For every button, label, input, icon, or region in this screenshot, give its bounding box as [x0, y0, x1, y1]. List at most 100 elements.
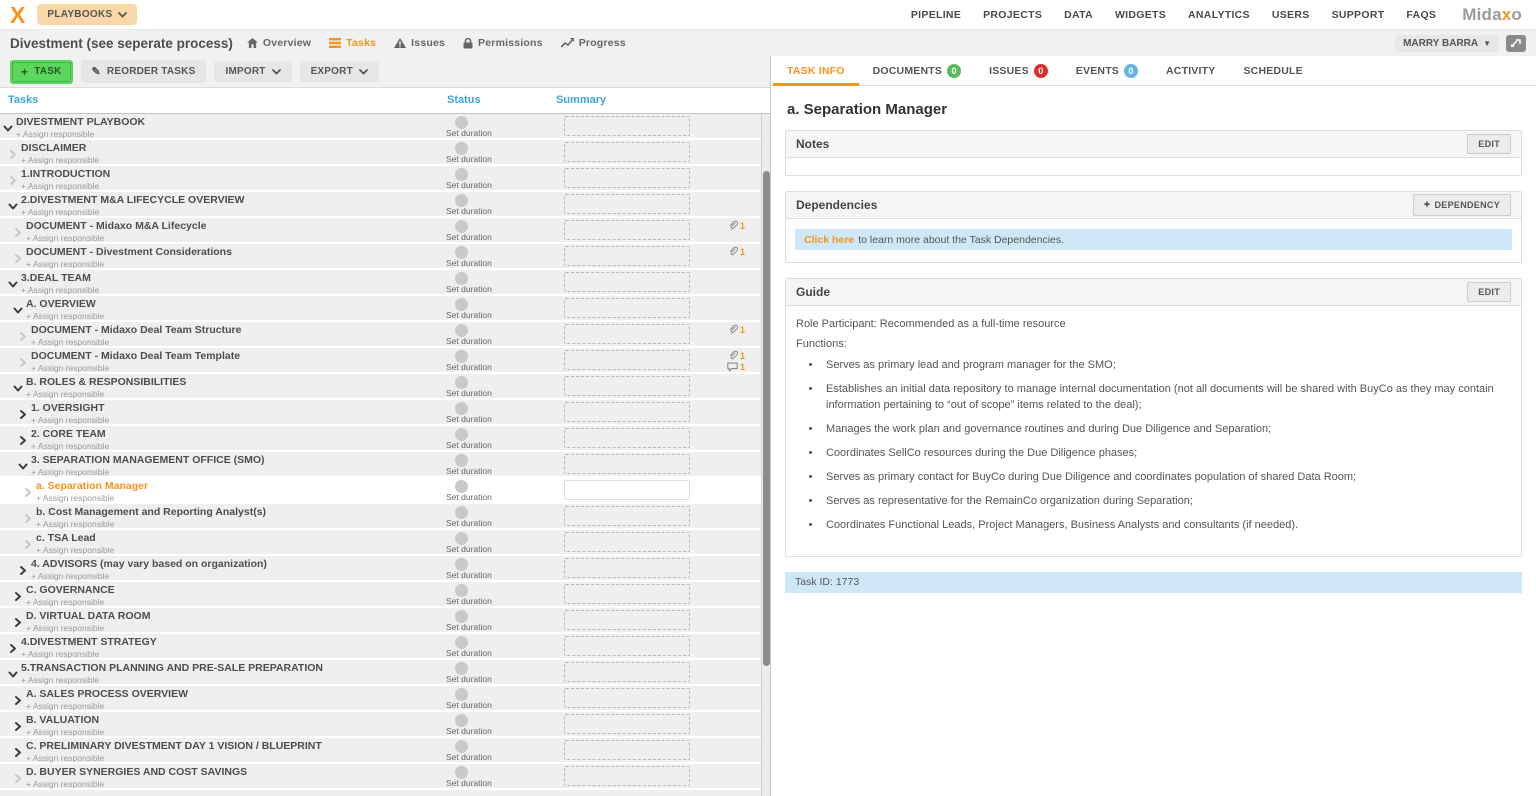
assign-responsible-link[interactable]: + Assign responsible — [26, 753, 322, 763]
add-task-button[interactable]: + TASK — [10, 60, 73, 84]
assign-responsible-link[interactable]: + Assign responsible — [16, 129, 145, 139]
task-row[interactable]: 2. CORE TEAM + Assign responsible Set du… — [0, 426, 770, 452]
summary-field[interactable] — [564, 376, 690, 396]
task-row[interactable]: 1.INTRODUCTION + Assign responsible Set … — [0, 166, 770, 192]
chevron-icon[interactable] — [9, 140, 21, 164]
nav-link-faqs[interactable]: FAQS — [1406, 9, 1436, 21]
task-list-scrollbar[interactable] — [761, 114, 770, 796]
set-duration-link[interactable]: Set duration — [446, 441, 538, 450]
nav-link-analytics[interactable]: ANALYTICS — [1188, 9, 1250, 21]
set-duration-link[interactable]: Set duration — [446, 363, 538, 372]
summary-field[interactable] — [564, 220, 690, 240]
assign-responsible-link[interactable]: + Assign responsible — [21, 207, 244, 217]
set-duration-link[interactable]: Set duration — [446, 415, 538, 424]
summary-field[interactable] — [564, 480, 690, 500]
assign-responsible-link[interactable]: + Assign responsible — [21, 675, 323, 685]
chevron-icon[interactable] — [9, 634, 21, 658]
chevron-icon[interactable] — [14, 582, 26, 606]
summary-field[interactable] — [564, 532, 690, 552]
attachment-count[interactable]: 1 — [740, 325, 745, 335]
assign-responsible-link[interactable]: + Assign responsible — [26, 311, 104, 321]
summary-field[interactable] — [564, 324, 690, 344]
set-duration-link[interactable]: Set duration — [446, 207, 538, 216]
summary-field[interactable] — [564, 766, 690, 786]
chevron-icon[interactable] — [24, 478, 36, 502]
task-row[interactable]: 3. SEPARATION MANAGEMENT OFFICE (SMO) + … — [0, 452, 770, 478]
detail-tab-events[interactable]: EVENTS 0 — [1062, 56, 1152, 85]
chevron-icon[interactable] — [14, 608, 26, 632]
summary-field[interactable] — [564, 662, 690, 682]
assign-responsible-link[interactable]: + Assign responsible — [26, 259, 232, 269]
detail-tab-documents[interactable]: DOCUMENTS 0 — [859, 56, 975, 85]
task-row[interactable]: 3.DEAL TEAM + Assign responsible Set dur… — [0, 270, 770, 296]
task-row[interactable]: 2.DIVESTMENT M&A LIFECYCLE OVERVIEW + As… — [0, 192, 770, 218]
chevron-icon[interactable] — [14, 764, 26, 788]
assign-responsible-link[interactable]: + Assign responsible — [26, 727, 104, 737]
task-row[interactable]: B. ROLES & RESPONSIBILITIES + Assign res… — [0, 374, 770, 400]
set-duration-link[interactable]: Set duration — [446, 753, 538, 762]
set-duration-link[interactable]: Set duration — [446, 285, 538, 294]
assign-responsible-link[interactable]: + Assign responsible — [36, 493, 148, 503]
task-row[interactable]: DOCUMENT - Divestment Considerations + A… — [0, 244, 770, 270]
chevron-icon[interactable] — [19, 452, 31, 476]
chevron-icon[interactable] — [9, 192, 21, 216]
expand-window-button[interactable] — [1506, 35, 1526, 52]
summary-field[interactable] — [564, 584, 690, 604]
task-row[interactable]: b. Cost Management and Reporting Analyst… — [0, 504, 770, 530]
assign-responsible-link[interactable]: + Assign responsible — [26, 623, 150, 633]
chevron-icon[interactable] — [14, 712, 26, 736]
summary-field[interactable] — [564, 636, 690, 656]
set-duration-link[interactable]: Set duration — [446, 181, 538, 190]
set-duration-link[interactable]: Set duration — [446, 311, 538, 320]
chevron-icon[interactable] — [9, 660, 21, 684]
chevron-icon[interactable] — [9, 166, 21, 190]
nav-link-data[interactable]: DATA — [1064, 9, 1093, 21]
chevron-icon[interactable] — [9, 270, 21, 294]
detail-tab-activity[interactable]: ACTIVITY — [1152, 56, 1229, 85]
set-duration-link[interactable]: Set duration — [446, 779, 538, 788]
summary-field[interactable] — [564, 116, 690, 136]
assign-responsible-link[interactable]: + Assign responsible — [21, 155, 99, 165]
summary-field[interactable] — [564, 558, 690, 578]
assign-responsible-link[interactable]: + Assign responsible — [26, 779, 247, 789]
nav-link-widgets[interactable]: WIDGETS — [1115, 9, 1166, 21]
chevron-icon[interactable] — [24, 530, 36, 554]
summary-field[interactable] — [564, 142, 690, 162]
attachment-count[interactable]: 1 — [740, 351, 745, 361]
set-duration-link[interactable]: Set duration — [446, 519, 538, 528]
set-duration-link[interactable]: Set duration — [446, 467, 538, 476]
import-dropdown-button[interactable]: IMPORT — [214, 61, 291, 82]
summary-field[interactable] — [564, 688, 690, 708]
summary-field[interactable] — [564, 272, 690, 292]
assign-responsible-link[interactable]: + Assign responsible — [26, 389, 186, 399]
midaxo-x-logo-icon[interactable]: X — [10, 2, 25, 28]
detail-tab-schedule[interactable]: SCHEDULE — [1229, 56, 1316, 85]
export-dropdown-button[interactable]: EXPORT — [300, 61, 379, 82]
set-duration-link[interactable]: Set duration — [446, 389, 538, 398]
notes-content[interactable] — [786, 158, 1521, 175]
tab-issues[interactable]: Issues — [394, 37, 445, 49]
set-duration-link[interactable]: Set duration — [446, 129, 538, 138]
assign-responsible-link[interactable]: + Assign responsible — [31, 467, 265, 477]
assign-responsible-link[interactable]: + Assign responsible — [26, 597, 115, 607]
set-duration-link[interactable]: Set duration — [446, 259, 538, 268]
user-menu[interactable]: MARRY BARRA ▼ — [1395, 35, 1499, 52]
summary-field[interactable] — [564, 454, 690, 474]
task-row[interactable]: 4.DIVESTMENT STRATEGY + Assign responsib… — [0, 634, 770, 660]
summary-field[interactable] — [564, 740, 690, 760]
chevron-icon[interactable] — [14, 374, 26, 398]
detail-tab-task-info[interactable]: TASK INFO — [773, 56, 859, 85]
tab-tasks[interactable]: Tasks — [329, 37, 376, 49]
summary-field[interactable] — [564, 506, 690, 526]
task-row[interactable]: 5.TRANSACTION PLANNING AND PRE-SALE PREP… — [0, 660, 770, 686]
summary-field[interactable] — [564, 714, 690, 734]
reorder-tasks-button[interactable]: ✎ REORDER TASKS — [81, 60, 207, 83]
click-here-link[interactable]: Click here — [804, 234, 854, 246]
attachment-count[interactable]: 1 — [740, 221, 745, 231]
summary-field[interactable] — [564, 298, 690, 318]
set-duration-link[interactable]: Set duration — [446, 545, 538, 554]
assign-responsible-link[interactable]: + Assign responsible — [36, 545, 114, 555]
summary-field[interactable] — [564, 246, 690, 266]
chevron-icon[interactable] — [14, 296, 26, 320]
nav-link-projects[interactable]: PROJECTS — [983, 9, 1042, 21]
